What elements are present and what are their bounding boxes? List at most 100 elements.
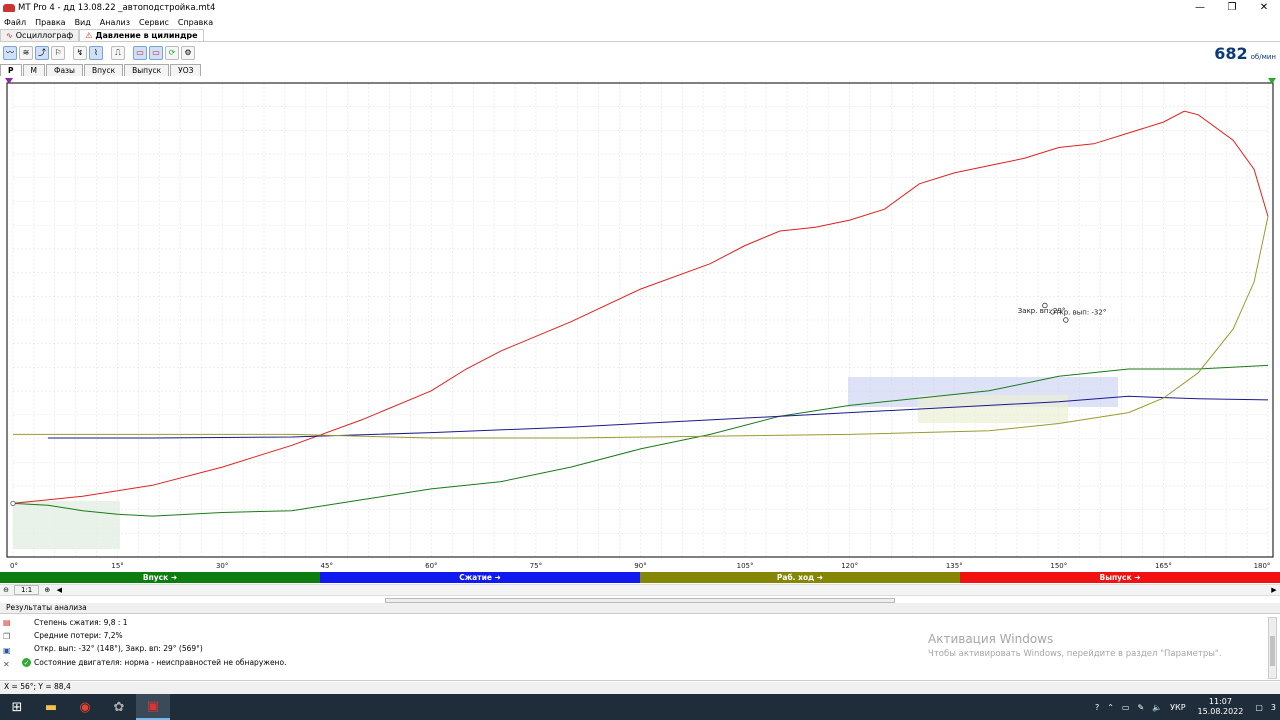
tool-button[interactable]: ⚙ xyxy=(181,45,195,60)
analysis-icon: ⎍ xyxy=(115,47,121,57)
activation-title: Активация Windows xyxy=(928,632,1054,646)
annotation-point xyxy=(1042,302,1048,309)
close-results-icon[interactable]: ✕ xyxy=(3,660,15,674)
subtab-intake[interactable]: Впуск xyxy=(83,64,124,76)
notifications-icon[interactable]: ▢ xyxy=(1255,703,1263,712)
taskbar: ⊞ ▬ ◉ ✿ ▣ ? ⌃ ▭ ✎ 🔈 УКР 11:07 15.08.2022… xyxy=(0,694,1280,720)
ok-check-icon: ✓ xyxy=(22,658,31,667)
chart-background xyxy=(2,77,1278,571)
horizontal-scroll-track[interactable] xyxy=(65,586,1268,594)
network-icon[interactable]: ▭ xyxy=(1122,703,1130,712)
x-tick-label: 120° xyxy=(841,562,858,570)
zoom-level-button[interactable]: 1:1 xyxy=(14,585,40,595)
menu-edit[interactable]: Правка xyxy=(35,18,65,27)
mtpro-taskbar-icon[interactable]: ▣ xyxy=(136,694,170,720)
file-explorer-icon[interactable]: ▬ xyxy=(34,694,68,720)
results-scroll-thumb[interactable] xyxy=(1270,636,1275,666)
cursor-icon: ⤴ xyxy=(38,48,46,57)
oscilloscope-icon: ∿ xyxy=(6,31,13,40)
subtab-phases[interactable]: Фазы xyxy=(45,64,83,76)
export-pdf-icon[interactable]: ▤ xyxy=(3,618,15,632)
menu-help[interactable]: Справка xyxy=(178,18,213,27)
x-tick-label: 135° xyxy=(946,562,963,570)
title-bar: MT Pro 4 - дд 13.08.22 _автоподстройка.m… xyxy=(0,0,1280,15)
copy-icon[interactable]: ❐ xyxy=(3,632,15,646)
scroll-left-icon[interactable]: ◀ xyxy=(53,585,65,595)
pen-icon[interactable]: ✎ xyxy=(1137,703,1144,712)
pressure-icon: ⚠ xyxy=(85,31,93,40)
menu-file[interactable]: Файл xyxy=(4,18,26,27)
minimize-button[interactable]: — xyxy=(1184,0,1216,15)
save-icon[interactable]: ▣ xyxy=(3,646,15,660)
marker-button[interactable]: ⚐ xyxy=(51,45,65,60)
channel-b-icon: ▭ xyxy=(152,48,160,57)
marker-icon: ⚐ xyxy=(54,48,62,57)
phase-button[interactable]: ↯ xyxy=(73,45,87,60)
notifications-count: 3 xyxy=(1270,702,1276,712)
menu-bar: Файл Правка Вид Анализ Сервис Справка xyxy=(0,16,1280,29)
multi-graph-button[interactable]: ≋ xyxy=(19,45,33,60)
clock-date: 15.08.2022 xyxy=(1197,707,1244,716)
annotation-label: Откр. вып: -32° xyxy=(1050,308,1106,316)
pressure-graph-button[interactable]: 〰 xyxy=(3,45,17,60)
results-toolbar: ▤ ❐ ▣ ✕ xyxy=(3,618,15,674)
tool-icon: ⚙ xyxy=(184,48,192,57)
chrome-icon[interactable]: ◉ xyxy=(68,694,102,720)
language-indicator[interactable]: УКР xyxy=(1170,703,1185,712)
scroll-right-icon[interactable]: ▶ xyxy=(1268,585,1280,595)
activation-hint: Чтобы активировать Windows, перейдите в … xyxy=(928,649,1222,659)
x-tick-label: 0° xyxy=(10,562,18,570)
tab-cylinder-pressure-label: Давление в цилиндре xyxy=(95,31,198,40)
channel-b-button[interactable]: ▭ xyxy=(149,45,163,60)
help-icon[interactable]: ? xyxy=(1095,703,1099,712)
channel-a-icon: ▭ xyxy=(136,48,144,57)
phase-exhaust: Выпуск ➜ xyxy=(960,572,1280,583)
system-tray: ? ⌃ ▭ ✎ 🔈 УКР 11:07 15.08.2022 ▢ 3 xyxy=(1091,694,1280,720)
tray-chevron-icon[interactable]: ⌃ xyxy=(1107,703,1114,712)
refresh-button[interactable]: ⟳ xyxy=(165,45,179,60)
zoom-fit-icon[interactable]: ⊕ xyxy=(41,585,53,595)
zoom-out-icon[interactable]: ⊖ xyxy=(0,585,12,595)
window-controls: — ❐ ✕ xyxy=(1184,0,1280,15)
menu-view[interactable]: Вид xyxy=(75,18,91,27)
clock[interactable]: 11:07 15.08.2022 xyxy=(1198,697,1244,717)
tab-oscilloscope[interactable]: ∿ Осциллограф xyxy=(0,29,80,41)
overlay-button[interactable]: ⌇ xyxy=(89,45,103,60)
overlay-icon: ⌇ xyxy=(94,48,98,57)
sub-tabs: P M Фазы Впуск Выпуск УОЗ xyxy=(0,64,202,76)
phase-bar: Впуск ➜ Сжатие ➜ Раб. ход ➜ Выпуск ➜ xyxy=(0,572,1280,583)
app-tool-icon[interactable]: ✿ xyxy=(102,694,136,720)
subtab-ignition[interactable]: УОЗ xyxy=(170,64,202,76)
maximize-button[interactable]: ❐ xyxy=(1216,0,1248,15)
toolbar: 〰 ≋ ⤴ ⚐ ↯ ⌇ ⎍ ▭ ▭ ⟳ ⚙ xyxy=(0,43,1280,62)
clock-time: 11:07 xyxy=(1208,697,1232,706)
x-tick-label: 15° xyxy=(111,562,123,570)
x-tick-label: 60° xyxy=(425,562,437,570)
subtab-exhaust[interactable]: Выпуск xyxy=(124,64,170,76)
valve-timing: Откр. вып: -32° (148°), Закр. вп: 29° (5… xyxy=(34,644,203,653)
start-button[interactable]: ⊞ xyxy=(0,694,34,720)
rpm-display: 682 об/мин xyxy=(1214,44,1276,63)
tab-oscilloscope-label: Осциллограф xyxy=(15,31,74,40)
cursor-mode-button[interactable]: ⤴ xyxy=(35,45,49,60)
close-button[interactable]: ✕ xyxy=(1248,0,1280,15)
phase-intake: Впуск ➜ xyxy=(0,572,320,583)
status-bar: X = 56°; Y = 88,4 xyxy=(0,682,1280,694)
x-tick-label: 45° xyxy=(321,562,333,570)
tab-cylinder-pressure[interactable]: ⚠ Давление в цилиндре xyxy=(79,29,204,41)
phase-power: Раб. ход ➜ xyxy=(640,572,960,583)
channel-a-button[interactable]: ▭ xyxy=(133,45,147,60)
windows-activation-watermark: Активация Windows Чтобы активировать Win… xyxy=(928,632,1222,659)
average-losses: Средние потери: 7,2% xyxy=(34,631,123,640)
x-tick-label: 105° xyxy=(737,562,754,570)
navigation-row: ⊖ 1:1 ⊕ ◀ ▶ xyxy=(0,584,1280,596)
volume-icon[interactable]: 🔈 xyxy=(1152,703,1162,712)
pressure-chart[interactable]: Закр. вп: 29°Откр. вып: -32° 0° 15° 30° 45°… xyxy=(2,77,1278,571)
menu-analysis[interactable]: Анализ xyxy=(100,18,130,27)
menu-service[interactable]: Сервис xyxy=(139,18,169,27)
subtab-m[interactable]: M xyxy=(22,64,45,76)
results-scrollbar[interactable] xyxy=(1268,617,1277,679)
subtab-p[interactable]: P xyxy=(0,64,22,76)
x-tick-label: 90° xyxy=(634,562,646,570)
analysis-button[interactable]: ⎍ xyxy=(111,45,125,60)
